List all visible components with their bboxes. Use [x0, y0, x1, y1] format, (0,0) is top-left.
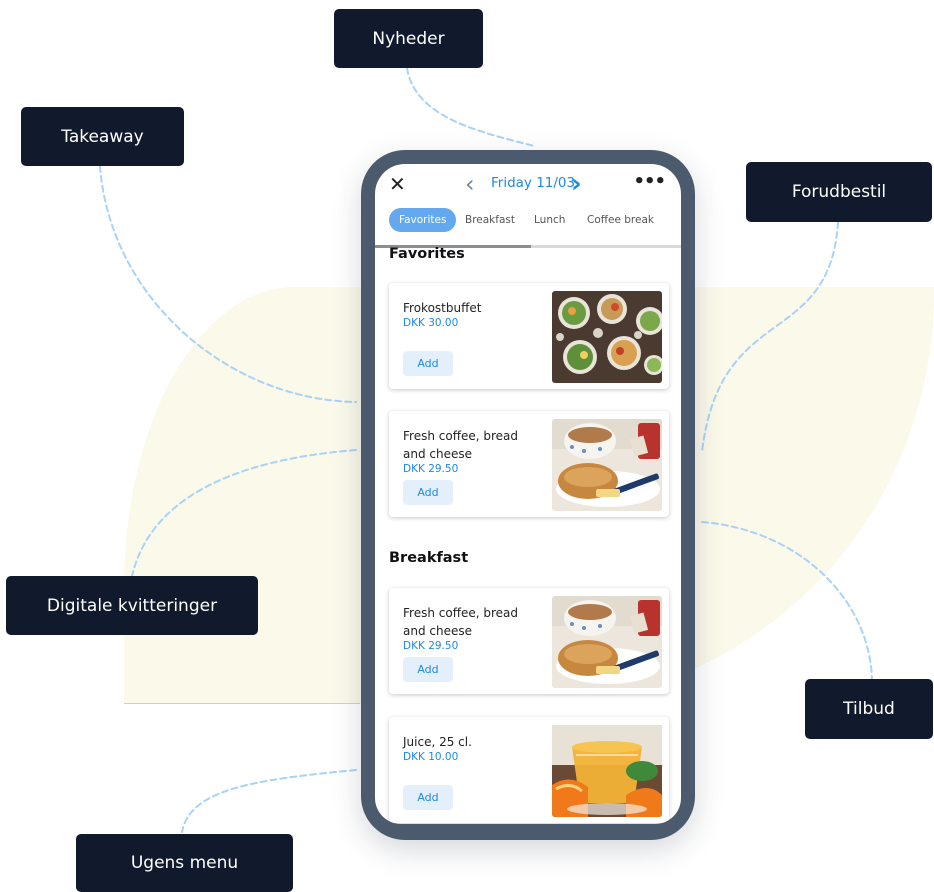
item-image-orange-juice[interactable]: [552, 725, 662, 817]
add-button[interactable]: Add: [403, 657, 453, 682]
item-image-coffee-bread[interactable]: [552, 419, 662, 511]
tab-breakfast[interactable]: Breakfast: [465, 214, 515, 226]
menu-item-card: Fresh coffee, bread and cheese DKK 29.50…: [389, 588, 669, 694]
connector-forudbestil: [701, 221, 839, 453]
add-button[interactable]: Add: [403, 785, 453, 810]
callout-nyheder: Nyheder: [334, 9, 483, 68]
connector-digitale: [131, 449, 357, 577]
tab-favorites[interactable]: Favorites: [389, 208, 457, 232]
callout-tilbud-label: Tilbud: [843, 699, 895, 719]
phone-screen: ✕ ‹ Friday 11/03 › ••• Favorites Breakfa…: [375, 164, 681, 824]
add-button[interactable]: Add: [403, 351, 453, 376]
connector-ugens-menu: [181, 769, 357, 833]
item-image-salad-bowls[interactable]: [552, 291, 662, 383]
callout-digitale-label: Digitale kvitteringer: [46, 595, 218, 616]
callout-ugens-menu-label: Ugens menu: [130, 853, 239, 873]
item-name: Frokostbuffet: [403, 301, 482, 315]
item-price: DKK 10.00: [403, 751, 459, 763]
callout-takeaway-label: Takeaway: [61, 126, 144, 147]
connector-nyheder: [406, 67, 535, 147]
callout-nyheder-label: Nyheder: [372, 28, 445, 49]
chevron-right-icon[interactable]: ›: [571, 169, 582, 199]
menu-item-card: Frokostbuffet DKK 30.00 Add: [389, 283, 669, 389]
item-name: Fresh coffee, bread and cheese: [403, 606, 518, 638]
item-image-coffee-bread[interactable]: [552, 596, 662, 688]
callout-tilbud: Tilbud: [805, 679, 933, 739]
tab-coffee-break[interactable]: Coffee break: [587, 214, 654, 226]
date-label: Friday 11/03: [491, 175, 576, 191]
item-name: Juice, 25 cl.: [403, 735, 472, 749]
menu-item-card: Juice, 25 cl. DKK 10.00 Add: [389, 717, 669, 823]
connector-tilbud: [701, 521, 873, 681]
connector-takeaway: [99, 165, 357, 403]
callout-digitale-kvitteringer: Digitale kvitteringer: [6, 576, 258, 635]
category-tabs: Favorites Breakfast Lunch Coffee break: [375, 200, 681, 248]
phone-frame: ✕ ‹ Friday 11/03 › ••• Favorites Breakfa…: [361, 150, 695, 840]
add-button[interactable]: Add: [403, 480, 453, 505]
item-price: DKK 29.50: [403, 463, 459, 475]
close-icon[interactable]: ✕: [389, 172, 406, 196]
section-title-favorites: Favorites: [389, 246, 465, 262]
callout-ugens-menu: Ugens menu: [76, 834, 293, 892]
callout-forudbestil-label: Forudbestil: [791, 182, 887, 202]
more-horizontal-icon[interactable]: •••: [633, 171, 666, 192]
menu-item-card: Fresh coffee, bread and cheese DKK 29.50…: [389, 411, 669, 517]
chevron-left-icon[interactable]: ‹: [465, 170, 475, 198]
item-price: DKK 30.00: [403, 317, 459, 329]
item-price: DKK 29.50: [403, 640, 459, 652]
callout-forudbestil: Forudbestil: [746, 162, 932, 222]
callout-takeaway: Takeaway: [21, 107, 184, 166]
tab-lunch[interactable]: Lunch: [534, 214, 565, 226]
section-title-breakfast: Breakfast: [389, 550, 469, 566]
item-name: Fresh coffee, bread and cheese: [403, 429, 518, 461]
